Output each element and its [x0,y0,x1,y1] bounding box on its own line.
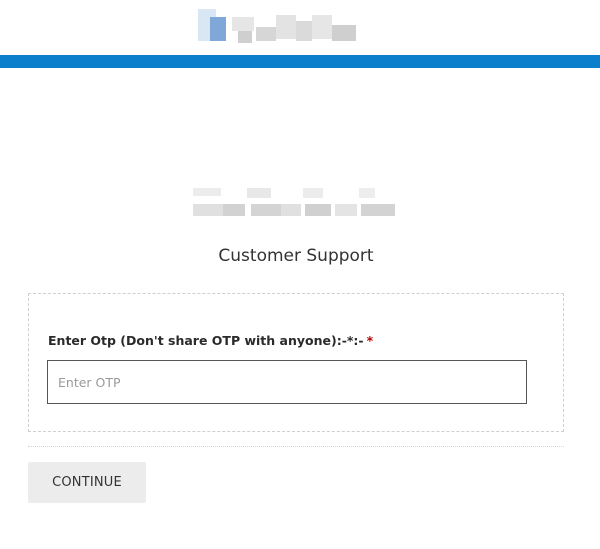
otp-form: Enter Otp (Don't share OTP with anyone):… [28,293,564,432]
logo-block [303,188,323,198]
logo-block [232,17,254,31]
logo-block [193,188,221,196]
logo-block [332,25,356,41]
logo-block [256,27,276,41]
logo-block [296,21,312,41]
logo-block [305,204,331,216]
brand-logo [198,9,358,43]
logo-block [238,31,252,43]
required-marker: * [366,333,374,348]
continue-button[interactable]: CONTINUE [28,462,146,503]
otp-input[interactable] [47,360,527,404]
logo-block [281,204,301,216]
logo-block [312,15,332,39]
logo-block [223,204,245,216]
otp-label-text: Enter Otp (Don't share OTP with anyone):… [48,333,364,348]
content-logo [193,186,397,216]
logo-block [193,204,223,216]
logo-block [276,15,296,39]
logo-block [247,188,271,198]
logo-block [251,204,281,216]
page-title: Customer Support [218,246,374,266]
otp-field-label: Enter Otp (Don't share OTP with anyone):… [48,333,373,348]
divider [28,446,564,447]
logo-block [210,17,226,41]
logo-block [361,204,395,216]
logo-block [359,188,375,198]
logo-block [335,204,357,216]
header-bar [0,55,600,68]
